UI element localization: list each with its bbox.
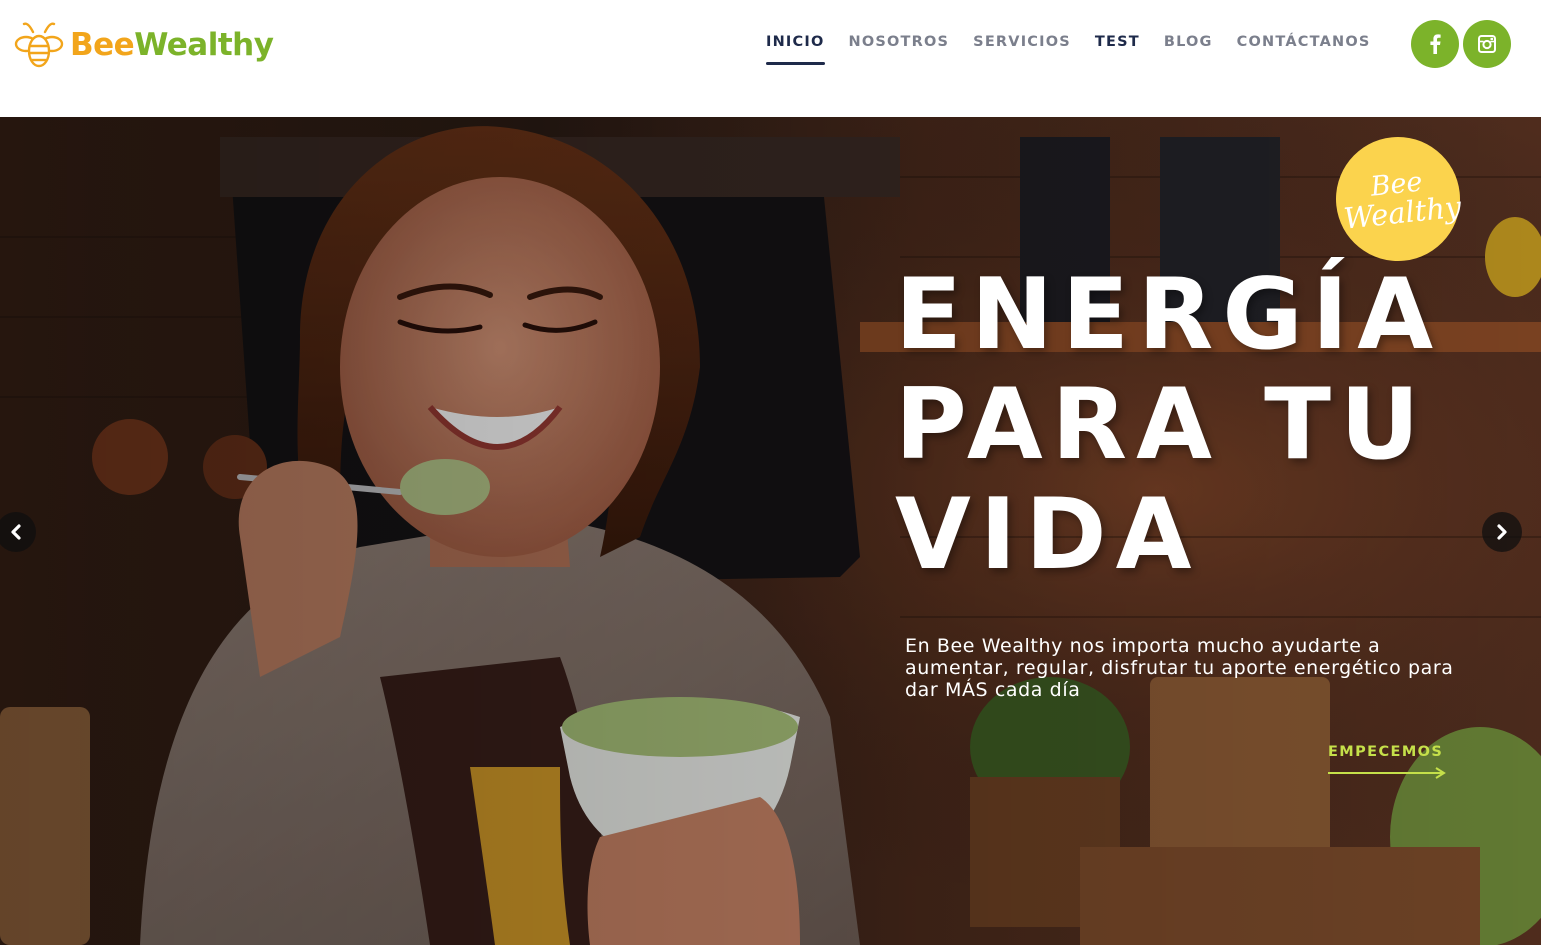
arrow-right-icon xyxy=(1328,767,1446,779)
bee-icon xyxy=(14,22,64,68)
nav-item-label: SERVICIOS xyxy=(973,34,1071,50)
badge-line2: Wealthy xyxy=(1342,189,1463,236)
chevron-right-icon xyxy=(1497,524,1507,540)
nav-item-contactanos[interactable]: CONTÁCTANOS xyxy=(1237,34,1371,50)
headline-line2: PARA TU xyxy=(895,368,1429,482)
slider-next-button[interactable] xyxy=(1482,512,1522,552)
facebook-button[interactable] xyxy=(1411,20,1459,68)
nav-item-label: NOSOTROS xyxy=(848,34,950,50)
nav-item-nosotros[interactable]: NOSOTROS xyxy=(849,34,950,50)
cta-label: EMPECEMOS xyxy=(1328,744,1444,760)
instagram-icon xyxy=(1478,35,1496,53)
hero-headline: ENERGÍA PARA TU VIDA xyxy=(895,260,1442,590)
chevron-left-icon xyxy=(11,524,21,540)
hero-slider: Bee Wealthy ENERGÍA PARA TU VIDA En Bee … xyxy=(0,117,1541,945)
headline-line1: ENERGÍA xyxy=(895,258,1443,372)
nav-item-label: CONTÁCTANOS xyxy=(1236,34,1371,50)
facebook-icon xyxy=(1430,34,1441,54)
nav-item-blog[interactable]: BLOG xyxy=(1164,34,1213,50)
nav-item-inicio[interactable]: INICIO xyxy=(766,34,825,65)
main-nav: INICIO NOSOTROS SERVICIOS TEST BLOG CONT… xyxy=(766,34,1395,65)
brand-name-part1: Bee xyxy=(70,26,135,63)
hero-subtitle: En Bee Wealthy nos importa mucho ayudart… xyxy=(905,635,1454,701)
nav-item-label: INICIO xyxy=(766,34,825,50)
instagram-button[interactable] xyxy=(1463,20,1511,68)
brand-name-part2: Wealthy xyxy=(134,26,274,63)
empecemos-button[interactable]: EMPECEMOS xyxy=(1328,743,1446,779)
active-nav-underline xyxy=(766,62,825,65)
nav-item-label: BLOG xyxy=(1163,34,1213,50)
site-header: BeeWealthy INICIO NOSOTROS SERVICIOS TES… xyxy=(0,0,1541,117)
brand-name: BeeWealthy xyxy=(70,26,274,63)
nav-item-servicios[interactable]: SERVICIOS xyxy=(973,34,1071,50)
brand-logo[interactable]: BeeWealthy xyxy=(14,18,274,72)
headline-line3: VIDA xyxy=(895,478,1201,592)
social-links xyxy=(1411,20,1511,68)
nav-item-label: TEST xyxy=(1094,34,1140,50)
nav-item-test[interactable]: TEST xyxy=(1095,34,1140,50)
